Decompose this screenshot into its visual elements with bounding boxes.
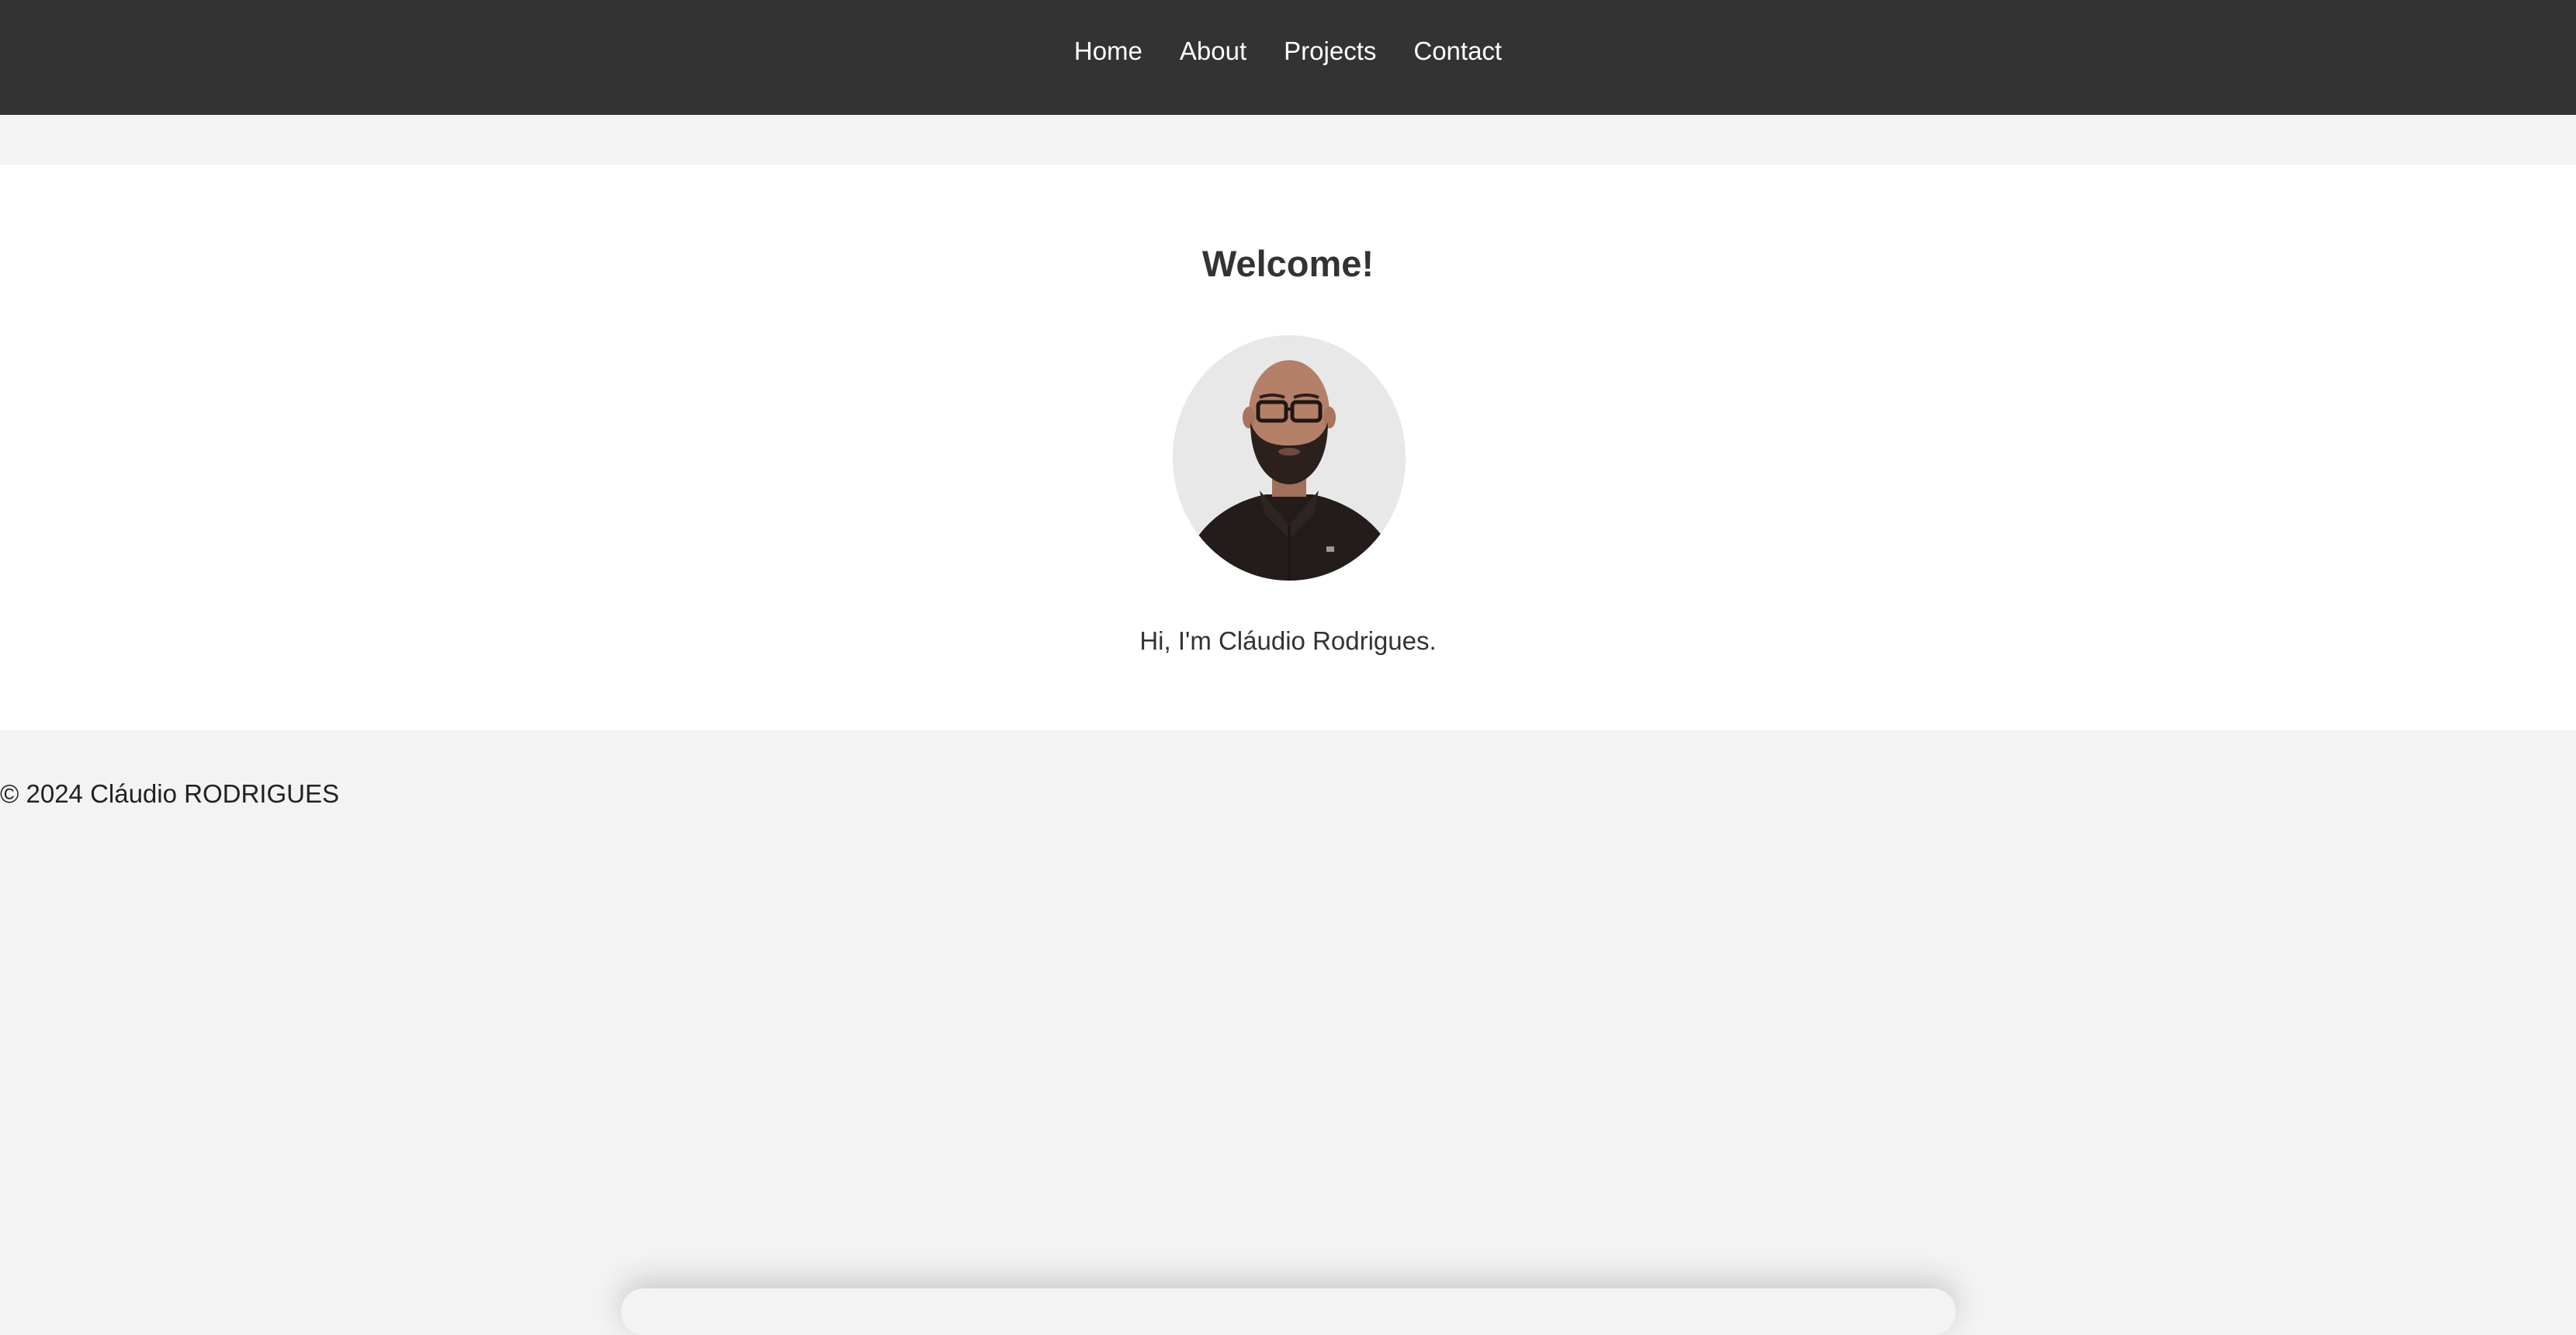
profile-photo-illustration bbox=[1173, 335, 1406, 581]
welcome-section: Welcome! Hi, I'm Cláudio Rodrigues. bbox=[0, 165, 2576, 730]
nav-item-about: About bbox=[1180, 38, 1246, 64]
nav-link-home[interactable]: Home bbox=[1074, 36, 1142, 65]
nav-item-contact: Contact bbox=[1413, 38, 1502, 64]
top-navigation-bar: Home About Projects Contact bbox=[0, 0, 2576, 115]
nav-item-home: Home bbox=[1074, 38, 1142, 64]
nav-link-projects[interactable]: Projects bbox=[1284, 36, 1376, 65]
page-title: Welcome! bbox=[1201, 243, 1375, 284]
nav-link-contact[interactable]: Contact bbox=[1413, 36, 1502, 65]
nav-menu: Home About Projects Contact bbox=[0, 0, 2576, 101]
footer-copyright: © 2024 Cláudio RODRIGUES bbox=[0, 779, 339, 808]
nav-link-about[interactable]: About bbox=[1180, 36, 1246, 65]
profile-avatar bbox=[1173, 335, 1406, 581]
intro-text: Hi, I'm Cláudio Rodrigues. bbox=[1139, 626, 1437, 655]
bottom-shadow-overlay bbox=[621, 1288, 1956, 1335]
nav-item-projects: Projects bbox=[1284, 38, 1376, 64]
